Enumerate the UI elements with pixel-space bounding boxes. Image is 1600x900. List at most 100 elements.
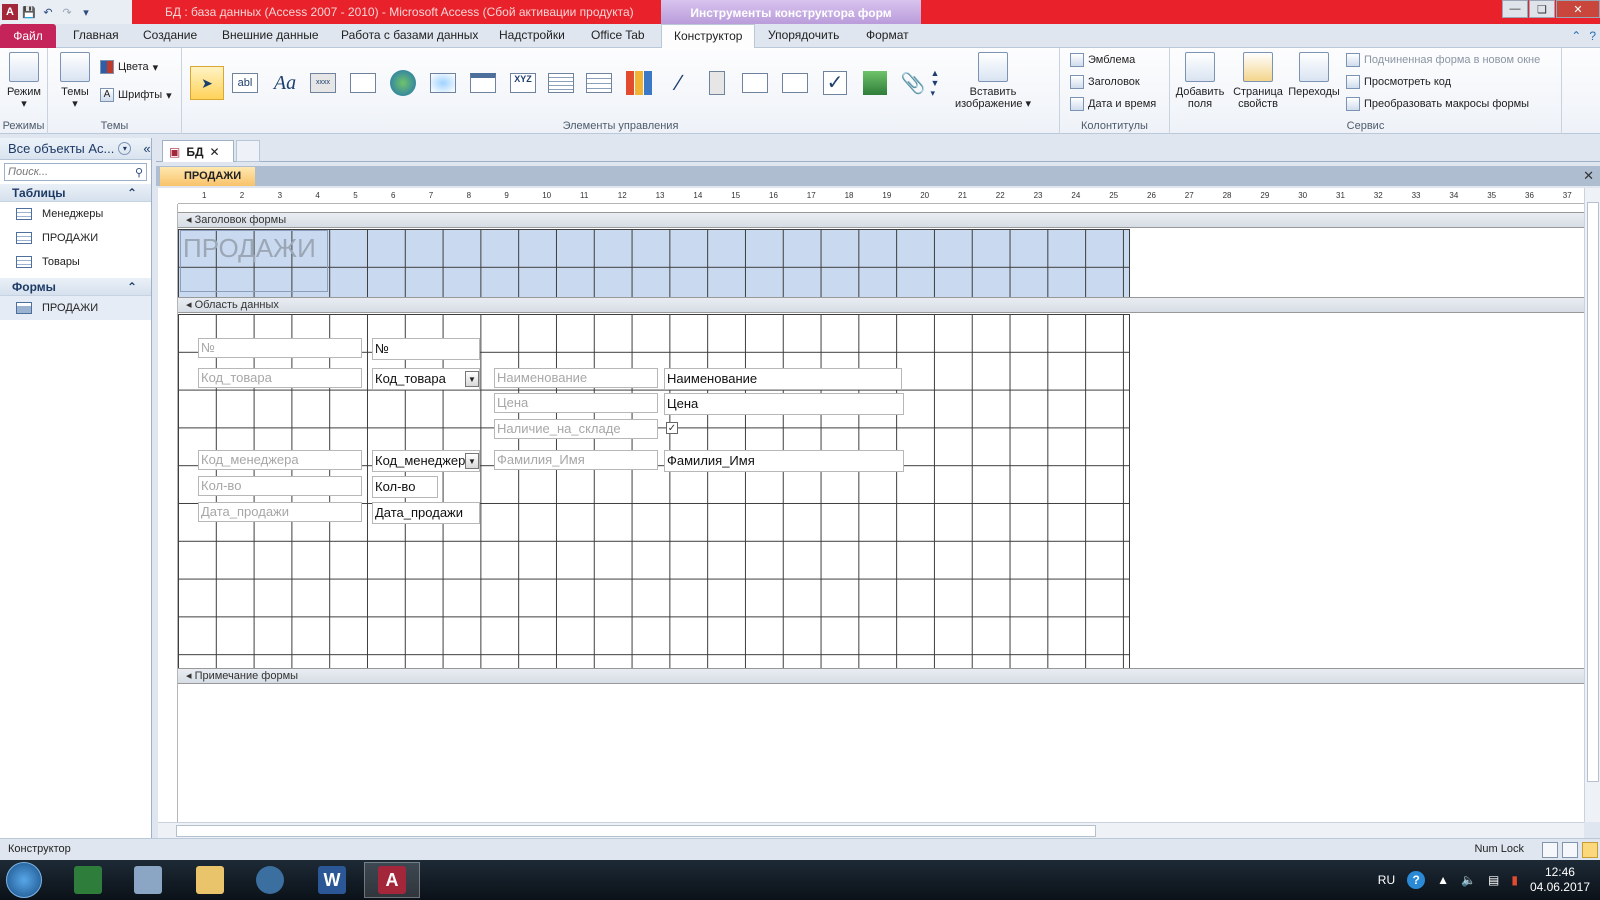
taskbar-app-access-icon[interactable]: A: [364, 862, 420, 898]
nav-header[interactable]: Все объекты Ac... ▾ «: [0, 138, 151, 160]
form-tab-sales[interactable]: ПРОДАЖИ: [160, 167, 256, 186]
design-view-icon[interactable]: [1582, 842, 1598, 858]
nav-category-forms[interactable]: Формы ⌃: [0, 278, 151, 296]
customize-qat-icon[interactable]: ▾: [78, 4, 94, 20]
vertical-scrollbar[interactable]: [1584, 188, 1600, 822]
tab-order-button[interactable]: Переходы: [1286, 52, 1342, 98]
subform-new-window-button[interactable]: Подчиненная форма в новом окне: [1346, 53, 1540, 67]
collapse-forms-icon[interactable]: ⌃: [127, 280, 137, 294]
close-form-icon[interactable]: ✕: [1583, 168, 1594, 184]
hyperlink-control-icon[interactable]: [386, 66, 420, 100]
themes-button[interactable]: Темы ▾: [52, 52, 98, 110]
select-pointer-icon[interactable]: ➤: [190, 66, 224, 100]
form-footer-section-bar[interactable]: ◂ Примечание формы: [178, 668, 1584, 684]
new-doc-tab-button[interactable]: [236, 140, 260, 162]
access-logo-icon[interactable]: A: [2, 4, 18, 20]
form-view-icon[interactable]: [1542, 842, 1558, 858]
page-break-icon[interactable]: [544, 66, 578, 100]
nav-search-input[interactable]: Поиск... ⚲: [4, 163, 147, 181]
rectangle-control-icon[interactable]: [778, 66, 812, 100]
label-qty[interactable]: Кол-во: [198, 476, 362, 496]
restore-icon[interactable]: ❏: [1529, 0, 1555, 18]
label-manager-code[interactable]: Код_менеджера: [198, 450, 362, 470]
nav-item-form-sales[interactable]: ПРОДАЖИ: [0, 296, 151, 320]
tab-external-data[interactable]: Внешние данные: [222, 28, 319, 42]
help-icon[interactable]: ?: [1589, 29, 1596, 43]
power-icon[interactable]: ▮: [1511, 873, 1518, 887]
view-button[interactable]: Режим ▾: [1, 52, 47, 110]
tab-office-tab[interactable]: Office Tab: [591, 28, 645, 42]
label-in-stock[interactable]: Наличие_на_складе: [494, 419, 658, 439]
title-button[interactable]: Заголовок: [1070, 75, 1140, 89]
field-price[interactable]: Цена: [664, 393, 904, 415]
label-product-code[interactable]: Код_товара: [198, 368, 362, 388]
label-no[interactable]: №: [198, 338, 362, 358]
web-browser-control-icon[interactable]: [426, 66, 460, 100]
start-button-icon[interactable]: [6, 862, 42, 898]
field-surname[interactable]: Фамилия_Имя: [664, 450, 904, 472]
doc-tab-db[interactable]: ▣ БД ✕: [162, 140, 234, 162]
language-indicator[interactable]: RU: [1378, 873, 1395, 887]
detail-section-bar[interactable]: ◂ Область данных: [178, 297, 1584, 313]
taskbar-app-media-icon[interactable]: [242, 862, 298, 898]
save-icon[interactable]: 💾: [21, 4, 37, 20]
tab-home[interactable]: Главная: [73, 28, 119, 42]
textbox-control-icon[interactable]: abl: [228, 66, 262, 100]
tab-control-icon[interactable]: [346, 66, 380, 100]
logo-button[interactable]: Эмблема: [1070, 53, 1135, 67]
unbound-object-icon[interactable]: [858, 66, 892, 100]
combo-box-control-icon[interactable]: [582, 66, 616, 100]
property-sheet-button[interactable]: Страница свойств: [1230, 52, 1286, 110]
taskbar-app-excel-icon[interactable]: [60, 862, 116, 898]
nav-collapse-icon[interactable]: «: [143, 141, 150, 156]
undo-icon[interactable]: ↶: [40, 4, 56, 20]
tab-arrange[interactable]: Упорядочить: [768, 28, 839, 42]
show-hidden-icons-icon[interactable]: ▲: [1437, 873, 1449, 887]
label-sale-date[interactable]: Дата_продажи: [198, 502, 362, 522]
label-price[interactable]: Цена: [494, 393, 658, 413]
combo-product-code[interactable]: Код_товара ▼: [372, 368, 480, 390]
tab-create[interactable]: Создание: [143, 28, 197, 42]
label-name[interactable]: Наименование: [494, 368, 658, 388]
tab-database-tools[interactable]: Работа с базами данных: [341, 28, 478, 42]
help-tray-icon[interactable]: ?: [1407, 871, 1426, 889]
nav-item-table-sales[interactable]: ПРОДАЖИ: [0, 226, 151, 250]
taskbar-app-word-icon[interactable]: W: [304, 862, 360, 898]
label-control-icon[interactable]: Aa: [268, 66, 302, 100]
controls-more-icon[interactable]: ▲ ▼ ▾: [928, 66, 942, 100]
layout-view-icon[interactable]: [1562, 842, 1578, 858]
chart-control-icon[interactable]: [622, 66, 656, 100]
list-box-control-icon[interactable]: [738, 66, 772, 100]
form-header-section-bar[interactable]: ◂ Заголовок формы: [178, 212, 1584, 228]
nav-item-table-managers[interactable]: Менеджеры: [0, 202, 151, 226]
minimize-icon[interactable]: —: [1502, 0, 1528, 18]
option-group-icon[interactable]: XYZ: [506, 66, 540, 100]
navigation-control-icon[interactable]: [466, 66, 500, 100]
field-name[interactable]: Наименование: [664, 368, 902, 390]
field-no[interactable]: №: [372, 338, 480, 360]
nav-dropdown-icon[interactable]: ▾: [118, 142, 132, 155]
insert-image-button[interactable]: Вставить изображение ▾: [950, 52, 1036, 110]
checkbox-in-stock[interactable]: ✓: [666, 422, 678, 434]
tab-file[interactable]: Файл: [0, 24, 56, 48]
collapse-tables-icon[interactable]: ⌃: [127, 186, 137, 200]
add-fields-button[interactable]: Добавить поля: [1172, 52, 1228, 110]
tab-design[interactable]: Конструктор: [661, 24, 756, 49]
network-icon[interactable]: ▤: [1488, 873, 1499, 887]
nav-item-table-products[interactable]: Товары: [0, 250, 151, 274]
horizontal-scrollbar[interactable]: [158, 822, 1584, 838]
checkbox-control-icon[interactable]: ✓: [818, 66, 852, 100]
combo-manager-code[interactable]: Код_менеджера ▼: [372, 450, 480, 472]
taskbar-app-explorer-icon[interactable]: [182, 862, 238, 898]
close-icon[interactable]: ✕: [1556, 0, 1600, 18]
field-sale-date[interactable]: Дата_продажи: [372, 502, 480, 524]
vertical-scroll-thumb[interactable]: [1587, 202, 1599, 782]
label-surname[interactable]: Фамилия_Имя: [494, 450, 658, 470]
tab-format[interactable]: Формат: [866, 28, 909, 42]
form-title-label[interactable]: ПРОДАЖИ: [180, 230, 328, 292]
convert-macros-button[interactable]: Преобразовать макросы формы: [1346, 97, 1529, 111]
search-icon[interactable]: ⚲: [135, 166, 146, 179]
toggle-button-control-icon[interactable]: [700, 66, 734, 100]
dropdown-arrow-icon[interactable]: ▼: [465, 371, 479, 387]
field-qty[interactable]: Кол-во: [372, 476, 438, 498]
